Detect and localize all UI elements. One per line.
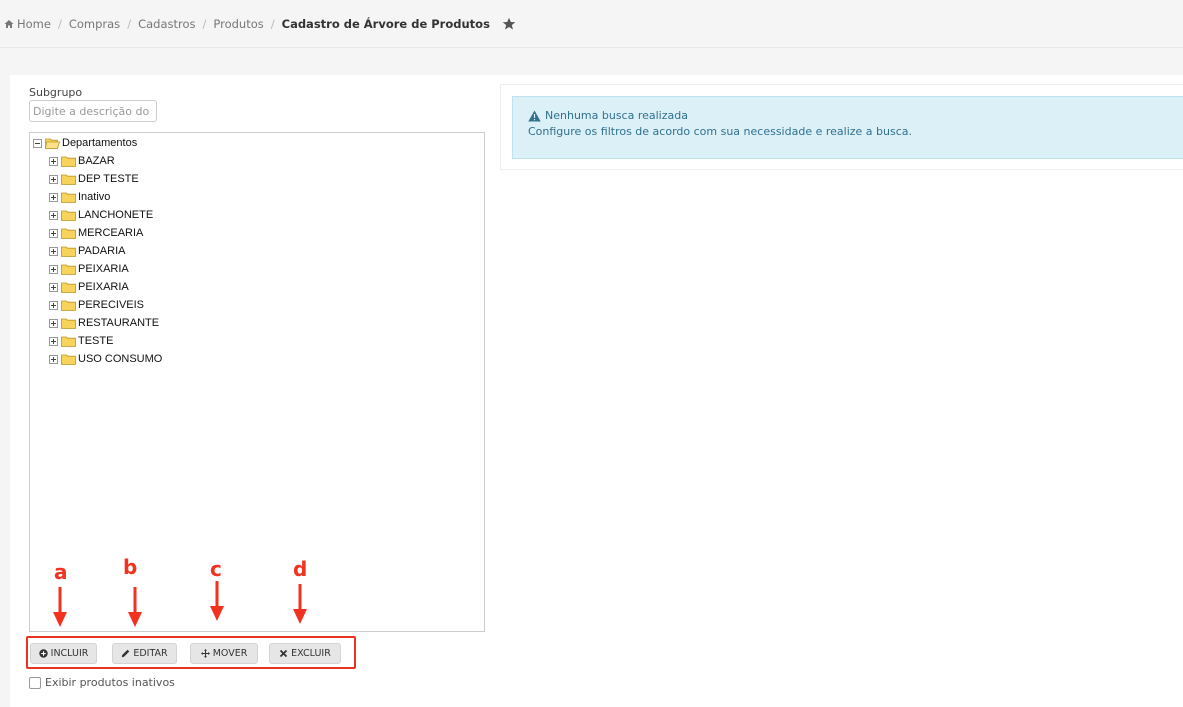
breadcrumb-compras[interactable]: Compras xyxy=(69,17,120,31)
folder-icon xyxy=(61,336,76,347)
delete-button[interactable]: EXCLUIR xyxy=(269,643,341,664)
expand-icon[interactable] xyxy=(49,354,58,364)
tree-node[interactable]: TESTE xyxy=(49,333,113,349)
tree-node[interactable]: Inativo xyxy=(49,189,110,205)
home-icon xyxy=(4,19,14,28)
annotation-arrow-icon xyxy=(53,587,67,627)
tree-node-label: TESTE xyxy=(78,335,114,347)
show-inactive-label: Exibir produtos inativos xyxy=(45,676,175,689)
folder-icon xyxy=(61,174,76,185)
expand-icon[interactable] xyxy=(49,336,58,346)
tree-node-label: MERCEARIA xyxy=(78,227,144,239)
folder-icon xyxy=(61,354,76,365)
annotation-arrow-icon xyxy=(293,584,307,624)
breadcrumb-cadastros[interactable]: Cadastros xyxy=(138,17,195,31)
tree-node[interactable]: RESTAURANTE xyxy=(49,315,159,331)
tree-node[interactable]: BAZAR xyxy=(49,153,115,169)
edit-button[interactable]: EDITAR xyxy=(112,643,177,664)
close-icon xyxy=(280,649,288,658)
expand-icon[interactable] xyxy=(49,228,58,238)
move-icon xyxy=(200,649,210,658)
subgroup-search-input[interactable] xyxy=(29,100,157,122)
no-search-alert: Nenhuma busca realizada Configure os fil… xyxy=(512,96,1183,159)
tree-node-label: PERECIVEIS xyxy=(78,299,145,311)
tree-node-label: PEIXARIA xyxy=(78,281,129,293)
tree-node-label: LANCHONETE xyxy=(78,209,154,221)
folder-icon xyxy=(61,156,76,167)
alert-message: Configure os filtros de acordo com sua n… xyxy=(528,125,912,138)
breadcrumb-home[interactable]: Home xyxy=(17,17,51,31)
favorite-star-icon[interactable] xyxy=(502,17,516,31)
delete-button-label: EXCLUIR xyxy=(291,648,331,659)
annotation-label-d: d xyxy=(293,557,308,581)
move-button-label: MOVER xyxy=(212,648,248,659)
folder-icon xyxy=(61,192,76,203)
annotation-arrow-icon xyxy=(210,581,224,621)
expand-icon[interactable] xyxy=(49,264,58,274)
pencil-icon xyxy=(122,649,130,658)
warning-icon xyxy=(528,110,541,121)
folder-icon xyxy=(61,318,76,329)
expand-icon[interactable] xyxy=(49,246,58,256)
move-button[interactable]: MOVER xyxy=(190,643,258,664)
results-panel: Nenhuma busca realizada Configure os fil… xyxy=(500,84,1183,170)
tree-node-label: RESTAURANTE xyxy=(78,317,160,329)
expand-icon[interactable] xyxy=(49,210,58,220)
include-button[interactable]: INCLUIR xyxy=(30,643,97,664)
annotation-label-a: a xyxy=(54,560,68,584)
breadcrumb-separator: / xyxy=(270,16,275,31)
page-title: Cadastro de Árvore de Produtos xyxy=(281,16,490,31)
tree-node[interactable]: PEIXARIA xyxy=(49,279,129,295)
breadcrumb-separator: / xyxy=(57,16,62,31)
tree-node-label: PADARIA xyxy=(78,245,126,257)
expand-icon[interactable] xyxy=(49,174,58,184)
expand-icon[interactable] xyxy=(49,318,58,328)
breadcrumb-separator: / xyxy=(202,16,207,31)
tree-node-label: DEP TESTE xyxy=(78,173,139,185)
product-tree: Departamentos BAZAR DEP TESTE Inativo LANCH… xyxy=(29,132,485,632)
tree-node-label: BAZAR xyxy=(78,155,115,167)
folder-icon xyxy=(61,210,76,221)
subgroup-label: Subgrupo xyxy=(29,86,83,99)
annotation-label-c: c xyxy=(210,557,222,581)
tree-node-label: PEIXARIA xyxy=(78,263,129,275)
expand-icon[interactable] xyxy=(49,300,58,310)
include-button-label: INCLUIR xyxy=(50,648,89,659)
main-content: Subgrupo Departamentos BAZAR DEP TESTE Ina… xyxy=(10,75,1183,707)
folder-icon xyxy=(61,228,76,239)
folder-icon xyxy=(61,300,76,311)
tree-node[interactable]: LANCHONETE xyxy=(49,207,153,223)
tree-node-label: USO CONSUMO xyxy=(78,353,163,365)
expand-icon[interactable] xyxy=(49,156,58,166)
annotation-label-b: b xyxy=(123,555,138,579)
folder-icon xyxy=(61,282,76,293)
expand-icon[interactable] xyxy=(49,192,58,202)
breadcrumb: Home / Compras / Cadastros / Produtos / … xyxy=(0,0,1183,48)
folder-icon xyxy=(61,264,76,275)
collapse-icon[interactable] xyxy=(33,138,42,148)
tree-node[interactable]: MERCEARIA xyxy=(49,225,143,241)
annotation-arrow-icon xyxy=(128,587,142,627)
tree-root[interactable]: Departamentos xyxy=(33,135,137,151)
plus-circle-icon xyxy=(38,649,48,658)
tree-node[interactable]: PADARIA xyxy=(49,243,125,259)
alert-title: Nenhuma busca realizada xyxy=(545,109,688,122)
tree-node-label: Inativo xyxy=(78,191,111,203)
breadcrumb-produtos[interactable]: Produtos xyxy=(213,17,263,31)
show-inactive-row[interactable]: Exibir produtos inativos xyxy=(29,676,175,689)
show-inactive-checkbox[interactable] xyxy=(29,676,41,689)
breadcrumb-separator: / xyxy=(127,16,132,31)
folder-open-icon xyxy=(45,138,60,149)
tree-node[interactable]: USO CONSUMO xyxy=(49,351,162,367)
folder-icon xyxy=(61,246,76,257)
expand-icon[interactable] xyxy=(49,282,58,292)
tree-root-label: Departamentos xyxy=(62,137,138,149)
edit-button-label: EDITAR xyxy=(133,648,168,659)
tree-node[interactable]: PEIXARIA xyxy=(49,261,129,277)
tree-node[interactable]: DEP TESTE xyxy=(49,171,139,187)
tree-node[interactable]: PERECIVEIS xyxy=(49,297,144,313)
